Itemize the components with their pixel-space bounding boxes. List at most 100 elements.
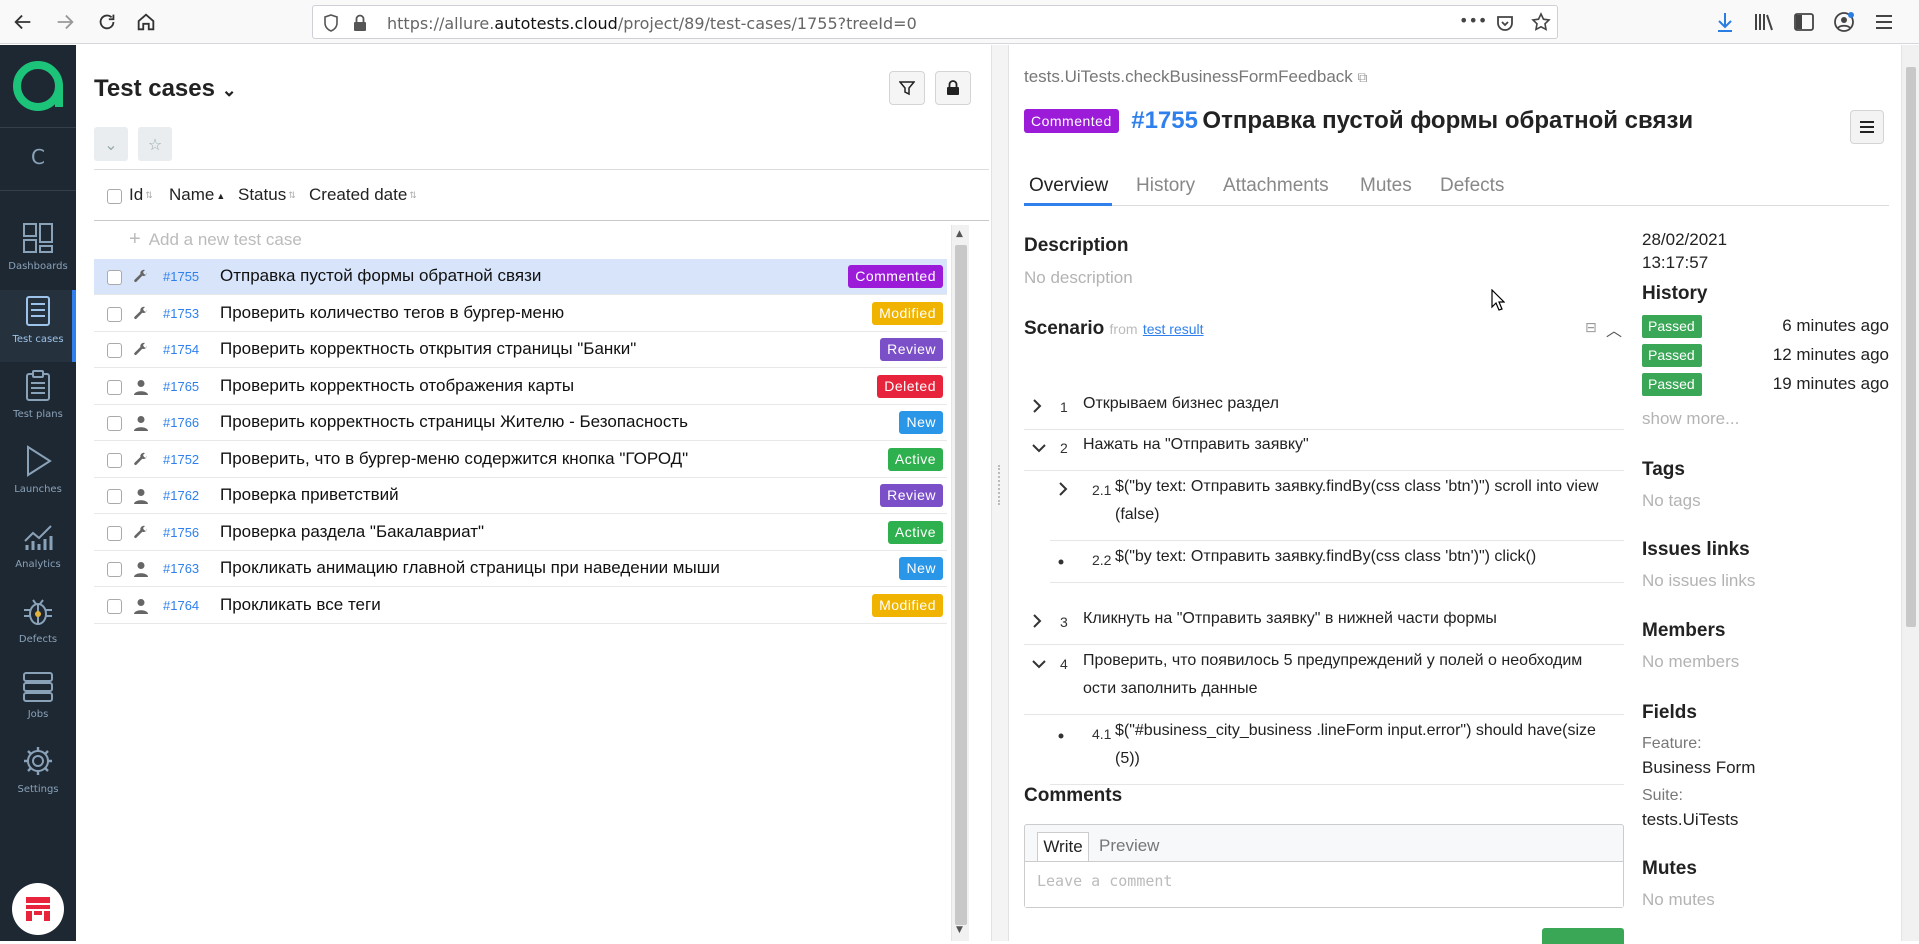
test-case-name[interactable]: Проверить, что в бургер-меню содержится …: [220, 449, 688, 469]
list-scrollbar[interactable]: ▲ ▼: [951, 225, 969, 941]
nav-analytics[interactable]: Analytics: [0, 515, 76, 587]
table-row[interactable]: #1762 Проверка приветствий Review: [94, 478, 947, 514]
layout-toggle-icon[interactable]: ⊟: [1585, 320, 1597, 336]
chevron-right-icon[interactable]: [1058, 482, 1068, 499]
tab-overview[interactable]: Overview: [1029, 175, 1108, 197]
bulk-actions-button[interactable]: ⌄: [94, 127, 128, 161]
history-status-badge[interactable]: Passed: [1642, 373, 1702, 396]
table-row[interactable]: #1764 Прокликать все теги Modified: [94, 588, 947, 624]
home-icon[interactable]: [131, 7, 161, 37]
test-case-id[interactable]: #1755: [163, 269, 199, 284]
chevron-down-icon[interactable]: [1032, 656, 1046, 672]
test-case-name[interactable]: Отправка пустой формы обратной связи: [220, 266, 541, 286]
sidebar-toggle-icon[interactable]: [1792, 10, 1816, 34]
test-case-id[interactable]: #1753: [163, 306, 199, 321]
scenario-step[interactable]: 4.1 $("#business_city_business .lineForm …: [1050, 717, 1624, 785]
chevron-right-icon[interactable]: [1032, 614, 1042, 631]
filter-button[interactable]: [889, 71, 925, 105]
column-status[interactable]: Status ⇅: [238, 185, 296, 205]
row-checkbox[interactable]: [107, 525, 122, 541]
row-checkbox[interactable]: [107, 598, 122, 614]
test-case-name[interactable]: Прокликать все теги: [220, 595, 381, 615]
nav-test-cases[interactable]: Test cases: [0, 290, 76, 362]
detail-menu-button[interactable]: [1850, 110, 1884, 144]
library-icon[interactable]: [1753, 10, 1777, 34]
history-status-badge[interactable]: Passed: [1642, 315, 1702, 338]
bullet-icon[interactable]: [1058, 726, 1064, 742]
scenario-step[interactable]: 1 Открываем бизнес раздел: [1024, 390, 1624, 430]
nav-defects[interactable]: Defects: [0, 590, 76, 662]
scroll-thumb[interactable]: [955, 245, 967, 925]
scroll-up-icon[interactable]: ▲: [956, 229, 963, 239]
row-checkbox[interactable]: [107, 379, 122, 395]
test-case-id[interactable]: #1752: [163, 452, 199, 467]
scenario-step[interactable]: 2.2 $("by text: Отправить заявку.findBy(c…: [1050, 543, 1624, 583]
nav-dashboards[interactable]: Dashboards: [0, 217, 76, 289]
copy-icon[interactable]: ⧉: [1358, 69, 1368, 85]
bullet-icon[interactable]: [1058, 552, 1064, 568]
column-name[interactable]: Name ▲: [169, 185, 225, 205]
table-row[interactable]: #1756 Проверка раздела "Бакалавриат" Activ…: [94, 515, 947, 551]
user-avatar[interactable]: [12, 883, 64, 935]
scenario-step[interactable]: 2 Нажать на "Отправить заявку": [1024, 431, 1624, 471]
panel-resize-handle[interactable]: [991, 45, 1009, 941]
test-case-id[interactable]: #1763: [163, 561, 199, 576]
table-row[interactable]: #1754 Проверить корректность открытия стр…: [94, 332, 947, 368]
pocket-icon[interactable]: [1495, 13, 1515, 37]
table-row[interactable]: #1753 Проверить количество тегов в бургер…: [94, 296, 947, 332]
test-case-id[interactable]: #1765: [163, 379, 199, 394]
menu-icon[interactable]: [1872, 10, 1896, 34]
write-tab[interactable]: Write: [1037, 832, 1089, 862]
row-checkbox[interactable]: [107, 270, 122, 285]
chevron-down-icon[interactable]: [1032, 440, 1046, 456]
test-case-id[interactable]: #1754: [163, 342, 199, 357]
favorite-button[interactable]: ☆: [138, 127, 172, 161]
test-case-id[interactable]: #1762: [163, 488, 199, 503]
test-case-name[interactable]: Проверить корректность открытия страницы…: [220, 339, 636, 359]
collapse-all-icon[interactable]: ︿: [1606, 317, 1622, 341]
test-case-name[interactable]: Прокликать анимацию главной страницы при…: [220, 558, 720, 578]
test-case-id[interactable]: #1764: [163, 598, 199, 613]
row-checkbox[interactable]: [107, 343, 122, 358]
bookmark-star-icon[interactable]: [1531, 12, 1551, 36]
row-checkbox[interactable]: [107, 306, 122, 322]
detail-scrollbar[interactable]: [1901, 45, 1919, 941]
row-checkbox[interactable]: [107, 489, 122, 504]
account-icon[interactable]: [1832, 10, 1856, 34]
tab-history[interactable]: History: [1136, 175, 1195, 197]
comment-textarea[interactable]: Leave a comment: [1025, 861, 1623, 907]
scroll-thumb[interactable]: [1906, 67, 1916, 627]
tab-defects[interactable]: Defects: [1440, 175, 1504, 197]
nav-test-plans[interactable]: Test plans: [0, 365, 76, 437]
row-checkbox[interactable]: [107, 452, 122, 468]
select-all-checkbox[interactable]: [107, 189, 122, 204]
downloads-icon[interactable]: [1713, 10, 1737, 34]
column-created-date[interactable]: Created date ⇅: [309, 185, 417, 205]
reload-icon[interactable]: [92, 7, 122, 37]
table-row[interactable]: #1766 Проверить корректность страницы Жит…: [94, 405, 947, 441]
tracking-shield-icon[interactable]: [323, 14, 339, 36]
nav-launches[interactable]: Launches: [0, 440, 76, 512]
scroll-down-icon[interactable]: ▼: [956, 925, 963, 935]
add-test-case-input[interactable]: + Add a new test case: [129, 228, 302, 251]
collapse-sidebar-button[interactable]: C: [0, 145, 76, 169]
history-status-badge[interactable]: Passed: [1642, 344, 1702, 367]
send-comment-button[interactable]: [1542, 928, 1624, 944]
test-case-id[interactable]: #1766: [163, 415, 199, 430]
forward-icon[interactable]: [50, 7, 80, 37]
row-checkbox[interactable]: [107, 562, 122, 577]
nav-jobs[interactable]: Jobs: [0, 665, 76, 737]
test-case-id[interactable]: #1756: [163, 525, 199, 540]
row-checkbox[interactable]: [107, 416, 122, 431]
test-case-name[interactable]: Проверить корректность отображения карты: [220, 376, 574, 396]
url-bar[interactable]: https://allure.autotests.cloud/project/8…: [312, 5, 1558, 39]
scenario-step[interactable]: 3 Кликнуть на "Отправить заявку" в нижней…: [1024, 605, 1624, 645]
page-title[interactable]: Test cases ⌄: [94, 75, 237, 103]
back-icon[interactable]: [8, 7, 38, 37]
tab-attachments[interactable]: Attachments: [1223, 175, 1329, 197]
test-case-name[interactable]: Проверить корректность страницы Жителю -…: [220, 412, 688, 432]
test-case-name[interactable]: Проверить количество тегов в бургер-меню: [220, 303, 564, 323]
table-row[interactable]: #1763 Прокликать анимацию главной страниц…: [94, 551, 947, 587]
preview-tab[interactable]: Preview: [1099, 836, 1159, 856]
table-row[interactable]: #1755 Отправка пустой формы обратной связ…: [94, 259, 947, 295]
